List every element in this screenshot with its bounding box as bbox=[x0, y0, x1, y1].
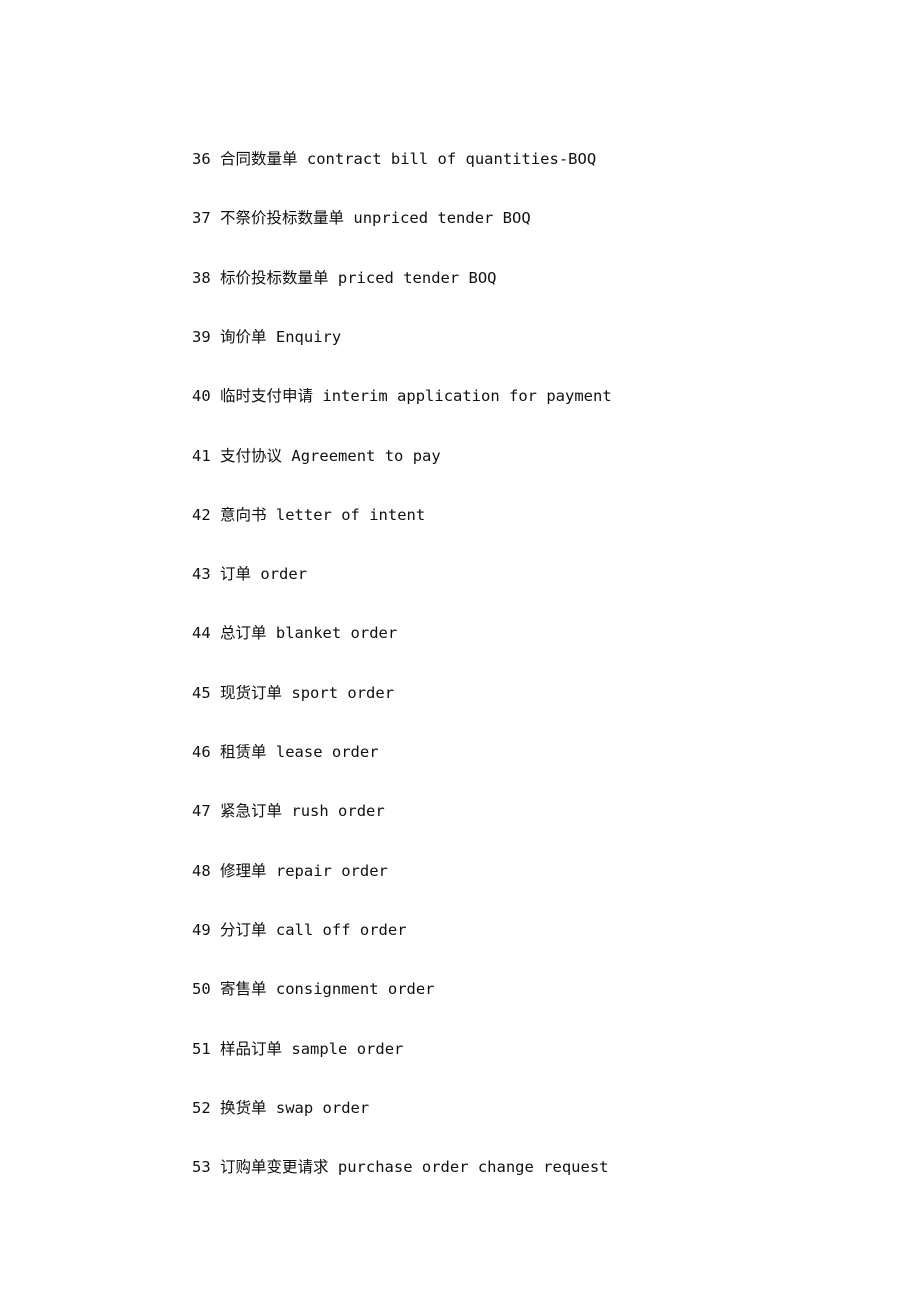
item-english: interim application for payment bbox=[322, 387, 612, 405]
list-item: 52 换货单 swap order bbox=[192, 1098, 369, 1118]
item-number: 51 bbox=[192, 1040, 211, 1058]
item-number: 43 bbox=[192, 565, 211, 583]
list-item: 42 意向书 letter of intent bbox=[192, 505, 425, 525]
item-english: sport order bbox=[291, 684, 395, 702]
item-english: consignment order bbox=[275, 980, 435, 998]
item-english: contract bill of quantities-BOQ bbox=[306, 150, 597, 168]
item-chinese: 合同数量单 bbox=[220, 150, 298, 168]
item-chinese: 支付协议 bbox=[220, 447, 283, 465]
item-english: call off order bbox=[275, 921, 407, 939]
list-item: 39 询价单 Enquiry bbox=[192, 327, 341, 347]
item-english: purchase order change request bbox=[337, 1158, 609, 1176]
list-item: 48 修理单 repair order bbox=[192, 861, 388, 881]
item-english: sample order bbox=[291, 1040, 404, 1058]
list-item: 45 现货订单 sport order bbox=[192, 683, 394, 703]
list-item: 47 紧急订单 rush order bbox=[192, 801, 385, 821]
item-number: 52 bbox=[192, 1099, 211, 1117]
item-chinese: 订单 bbox=[220, 565, 252, 583]
item-english: letter of intent bbox=[275, 506, 426, 524]
item-chinese: 寄售单 bbox=[220, 980, 267, 998]
item-number: 50 bbox=[192, 980, 211, 998]
item-number: 37 bbox=[192, 209, 211, 227]
item-chinese: 分订单 bbox=[220, 921, 267, 939]
item-english: order bbox=[260, 565, 308, 583]
list-item: 38 标价投标数量单 priced tender BOQ bbox=[192, 268, 497, 288]
item-english: Enquiry bbox=[275, 328, 342, 346]
list-item: 43 订单 order bbox=[192, 564, 307, 584]
item-english: Agreement to pay bbox=[291, 447, 441, 465]
item-number: 46 bbox=[192, 743, 211, 761]
item-number: 42 bbox=[192, 506, 211, 524]
item-number: 48 bbox=[192, 862, 211, 880]
list-item: 51 样品订单 sample order bbox=[192, 1039, 403, 1059]
item-chinese: 总订单 bbox=[220, 624, 267, 642]
item-number: 40 bbox=[192, 387, 211, 405]
item-chinese: 临时支付申请 bbox=[220, 387, 314, 405]
list-item: 41 支付协议 Agreement to pay bbox=[192, 446, 441, 466]
document-page: 36 合同数量单 contract bill of quantities-BOQ… bbox=[0, 0, 920, 1302]
item-chinese: 紧急订单 bbox=[220, 802, 283, 820]
item-chinese: 换货单 bbox=[220, 1099, 267, 1117]
item-chinese: 修理单 bbox=[220, 862, 267, 880]
item-number: 39 bbox=[192, 328, 211, 346]
item-english: priced tender BOQ bbox=[337, 269, 497, 287]
item-chinese: 询价单 bbox=[220, 328, 267, 346]
list-item: 44 总订单 blanket order bbox=[192, 623, 397, 643]
item-chinese: 意向书 bbox=[220, 506, 267, 524]
item-number: 53 bbox=[192, 1158, 211, 1176]
list-item: 40 临时支付申请 interim application for paymen… bbox=[192, 386, 612, 406]
list-item: 49 分订单 call off order bbox=[192, 920, 407, 940]
item-chinese: 标价投标数量单 bbox=[220, 269, 329, 287]
item-chinese: 现货订单 bbox=[220, 684, 283, 702]
item-number: 41 bbox=[192, 447, 211, 465]
item-number: 36 bbox=[192, 150, 211, 168]
item-english: lease order bbox=[275, 743, 379, 761]
item-number: 45 bbox=[192, 684, 211, 702]
item-number: 47 bbox=[192, 802, 211, 820]
item-english: blanket order bbox=[275, 624, 398, 642]
item-english: swap order bbox=[275, 1099, 370, 1117]
list-item: 50 寄售单 consignment order bbox=[192, 979, 435, 999]
list-item: 36 合同数量单 contract bill of quantities-BOQ bbox=[192, 149, 596, 169]
item-number: 44 bbox=[192, 624, 211, 642]
item-number: 38 bbox=[192, 269, 211, 287]
item-english: rush order bbox=[291, 802, 385, 820]
list-item: 37 不祭价投标数量单 unpriced tender BOQ bbox=[192, 208, 531, 228]
item-english: repair order bbox=[275, 862, 388, 880]
item-chinese: 订购单变更请求 bbox=[220, 1158, 329, 1176]
list-item: 46 租赁单 lease order bbox=[192, 742, 379, 762]
list-item: 53 订购单变更请求 purchase order change request bbox=[192, 1157, 609, 1177]
item-english: unpriced tender BOQ bbox=[353, 209, 531, 227]
item-chinese: 租赁单 bbox=[220, 743, 267, 761]
item-number: 49 bbox=[192, 921, 211, 939]
item-chinese: 样品订单 bbox=[220, 1040, 283, 1058]
item-chinese: 不祭价投标数量单 bbox=[220, 209, 345, 227]
